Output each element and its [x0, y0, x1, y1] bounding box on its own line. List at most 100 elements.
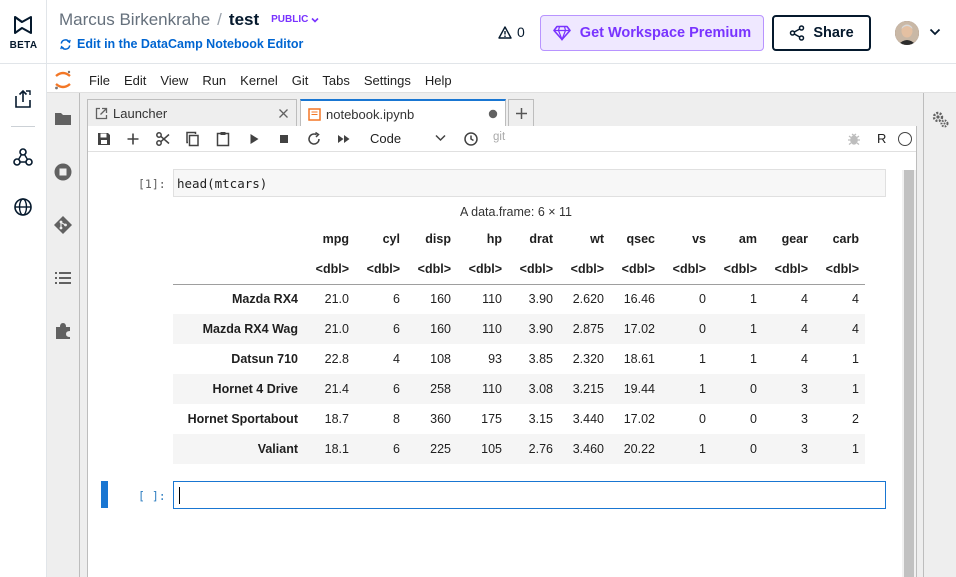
tab-launcher[interactable]: Launcher: [87, 99, 297, 126]
code-cell-input[interactable]: [173, 481, 886, 509]
menu-tabs[interactable]: Tabs: [322, 73, 349, 88]
fast-forward-icon[interactable]: [336, 131, 352, 147]
table-cell: 1: [852, 442, 859, 456]
alerts-indicator[interactable]: 0: [498, 24, 525, 40]
table-cell: 18.7: [324, 412, 349, 426]
restart-icon[interactable]: [306, 131, 322, 147]
edit-in-editor-link[interactable]: Edit in the DataCamp Notebook Editor: [59, 37, 303, 51]
menu-help[interactable]: Help: [425, 73, 452, 88]
table-cell: 2.320: [572, 352, 604, 366]
save-icon[interactable]: [96, 131, 112, 147]
table-cell: 3: [801, 442, 808, 456]
menu-file[interactable]: File: [89, 73, 110, 88]
table-cell: 16.46: [623, 292, 655, 307]
extensions-icon[interactable]: [53, 321, 73, 341]
menu-edit[interactable]: Edit: [124, 73, 146, 88]
git-label[interactable]: git: [493, 131, 505, 143]
column-header: mpg: [322, 232, 349, 246]
table-cell: 1: [852, 352, 859, 366]
get-premium-button[interactable]: Get Workspace Premium: [540, 15, 764, 51]
column-header: am: [738, 232, 757, 246]
column-type: <dbl>: [814, 254, 865, 285]
column-header: qsec: [626, 232, 656, 246]
folder-icon[interactable]: [53, 109, 73, 129]
row-name: Mazda RX4 Wag: [202, 322, 298, 336]
run-icon[interactable]: [246, 131, 262, 147]
cell-prompt: [1]:: [138, 177, 166, 191]
table-cell: 3.90: [528, 322, 553, 336]
history-icon[interactable]: [463, 131, 479, 147]
table-cell: 8: [393, 412, 400, 426]
stop-icon[interactable]: [276, 131, 292, 147]
debugger-icon[interactable]: [846, 131, 862, 147]
left-nav-rail: [0, 64, 47, 577]
notebook-scrollbar[interactable]: [902, 170, 916, 577]
table-cell: 1: [750, 352, 757, 366]
rail-divider: [11, 126, 35, 127]
insert-cell-icon[interactable]: [125, 131, 141, 147]
table-corner: [173, 254, 304, 285]
tab-notebook[interactable]: notebook.ipynb: [300, 99, 506, 127]
table-corner: [173, 224, 304, 254]
menu-run[interactable]: Run: [202, 73, 226, 88]
visibility-label: PUBLIC: [271, 14, 309, 25]
table-row: Hornet 4 Drive 21.4 6 258 110 3.08 3.215…: [173, 374, 865, 404]
table-cell: 105: [481, 442, 502, 456]
table-row: Hornet Sportabout 18.7 8 360 175 3.15 3.…: [173, 404, 865, 434]
property-inspector-icon[interactable]: [930, 109, 950, 129]
cut-icon[interactable]: [155, 131, 171, 147]
tab-launcher-title: Launcher: [95, 106, 167, 121]
table-cell: 6: [393, 382, 400, 396]
code-cell-input[interactable]: head(mtcars): [173, 169, 886, 197]
table-cell: 3.460: [572, 442, 604, 456]
table-cell: 1: [699, 352, 706, 366]
new-tab-button[interactable]: [508, 99, 534, 126]
row-name: Hornet 4 Drive: [212, 382, 298, 396]
copy-icon[interactable]: [185, 131, 201, 147]
table-cell: 22.8: [324, 352, 349, 366]
globe-icon[interactable]: [12, 196, 34, 218]
table-cell: 110: [482, 382, 502, 396]
row-name: Hornet Sportabout: [187, 412, 298, 426]
running-kernels-icon[interactable]: [53, 162, 73, 182]
alert-count: 0: [517, 24, 525, 40]
menu-view[interactable]: View: [160, 73, 188, 88]
menu-kernel[interactable]: Kernel: [240, 73, 278, 88]
visibility-dropdown[interactable]: PUBLIC: [271, 14, 320, 25]
upload-icon[interactable]: [12, 88, 34, 110]
close-icon[interactable]: [278, 108, 289, 119]
chevron-down-icon[interactable]: [435, 134, 446, 142]
table-cell: 93: [488, 352, 502, 366]
scrollbar-thumb[interactable]: [904, 170, 914, 577]
table-cell: 0: [699, 292, 706, 307]
menu-settings[interactable]: Settings: [364, 73, 411, 88]
unsaved-dot-icon[interactable]: [488, 109, 498, 119]
refresh-icon: [59, 38, 72, 51]
menu-items: File Edit View Run Kernel Git Tabs Setti…: [89, 73, 466, 88]
integrations-icon[interactable]: [12, 146, 34, 168]
column-type: <dbl>: [712, 254, 763, 285]
table-cell: 4: [801, 322, 808, 336]
menu-git[interactable]: Git: [292, 73, 309, 88]
kernel-name[interactable]: R: [877, 131, 886, 146]
table-of-contents-icon[interactable]: [53, 268, 73, 288]
table-cell: 6: [393, 442, 400, 456]
column-header: gear: [781, 232, 808, 246]
avatar[interactable]: [895, 21, 919, 45]
notebook-title[interactable]: test: [229, 10, 259, 29]
dataframe-table: mpg cyl disp hp drat wt qsec vs am gear …: [173, 224, 865, 464]
table-row: Datsun 710 22.8 4 108 93 3.85 2.320 18.6…: [173, 344, 865, 374]
git-icon[interactable]: [53, 215, 73, 235]
chevron-down-icon[interactable]: [929, 27, 941, 37]
active-cell-indicator[interactable]: [101, 481, 108, 508]
table-cell: 1: [699, 382, 706, 396]
owner-name[interactable]: Marcus Birkenkrahe: [59, 10, 210, 29]
paste-icon[interactable]: [215, 131, 231, 147]
brand[interactable]: BETA: [0, 0, 47, 64]
share-button[interactable]: Share: [772, 15, 871, 51]
table-cell: 1: [852, 382, 859, 396]
column-type: <dbl>: [661, 254, 712, 285]
breadcrumb-separator: /: [217, 10, 222, 29]
alert-triangle-icon: [498, 25, 512, 39]
cell-type-select[interactable]: Code: [370, 131, 401, 146]
